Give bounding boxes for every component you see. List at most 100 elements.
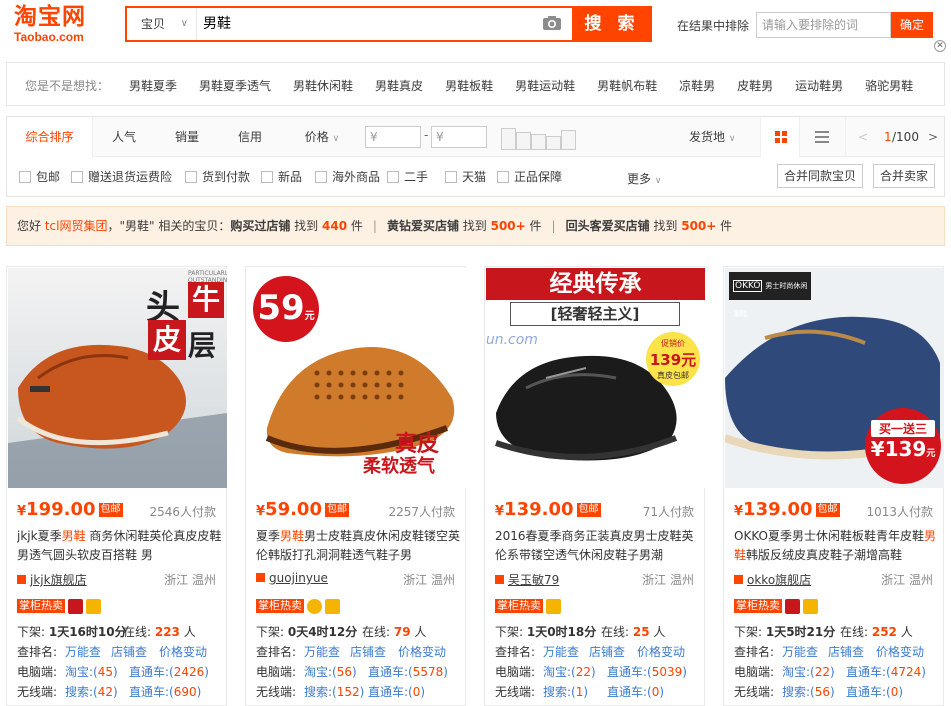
tab-sort-sales[interactable]: 销量 xyxy=(155,117,219,157)
product-card[interactable]: 经典传承 [轻奢轻主义] 促销价 139元 真皮包邮 zhanshun.com … xyxy=(484,266,705,706)
suggestion-item[interactable]: 男鞋帆布鞋 xyxy=(597,79,657,93)
counter-hot-badge[interactable]: 掌柜热卖 xyxy=(256,599,304,613)
checkbox-box[interactable] xyxy=(497,171,509,183)
counter-hot-badge[interactable]: 掌柜热卖 xyxy=(734,599,782,613)
tab-sort-price[interactable]: 价格 ∨ xyxy=(287,117,357,157)
filter-checkbox[interactable]: 天猫 xyxy=(445,170,486,184)
camera-icon[interactable] xyxy=(542,15,562,31)
row-label: 无线端: xyxy=(495,685,536,699)
tab-sort-credit[interactable]: 信用 xyxy=(219,117,281,157)
counter-hot-badge[interactable]: 掌柜热卖 xyxy=(495,599,543,613)
more-filters-button[interactable]: 更多 ∨ xyxy=(627,170,661,187)
suggestion-item[interactable]: 骆驼男鞋 xyxy=(865,79,913,93)
counter-hot-badge[interactable]: 掌柜热卖 xyxy=(17,599,65,613)
product-card[interactable]: OKKO 男士时尚休闲潮鞋 买一送三 ¥139元 ¥139.00 包邮 1013人… xyxy=(723,266,944,706)
tab-sort-popularity[interactable]: 人气 xyxy=(93,117,155,157)
product-title-link[interactable]: 夏季男鞋男士皮鞋真皮休闲皮鞋镂空英伦韩版打孔洞洞鞋透气鞋子男 xyxy=(256,527,461,567)
pager: < 1 /100 > xyxy=(845,117,944,157)
suggestion-item[interactable]: 男鞋夏季透气 xyxy=(199,79,271,93)
filter-checkbox[interactable]: 包邮 xyxy=(19,170,60,184)
checkbox-box[interactable] xyxy=(185,171,197,183)
promo-s1-label[interactable]: 购买过店铺 xyxy=(230,219,290,233)
checkbox-box[interactable] xyxy=(261,171,273,183)
search-button[interactable]: 搜 索 xyxy=(572,6,652,42)
price-histogram[interactable] xyxy=(501,126,577,150)
taobao-logo[interactable]: 淘宝网 Taobao.com xyxy=(14,4,114,46)
checkbox-box[interactable] xyxy=(19,171,31,183)
shop-link[interactable]: okko旗舰店 xyxy=(734,571,811,588)
tool-link[interactable]: 万能查 xyxy=(782,643,818,660)
price-from-input[interactable]: ¥ xyxy=(365,126,421,148)
tool-link[interactable]: 价格变动 xyxy=(159,643,207,660)
tmall-icon[interactable] xyxy=(785,599,800,614)
promo-s3-label[interactable]: 回头客爱买店铺 xyxy=(566,219,650,233)
tool-link[interactable]: 万能查 xyxy=(304,643,340,660)
guarantee-icon[interactable] xyxy=(546,599,561,614)
row-label: 电脑端: xyxy=(734,665,775,679)
product-title-link[interactable]: 2016春夏季商务正装真皮男士皮鞋英伦系带镂空透气休闲皮鞋子男潮 xyxy=(495,527,700,567)
offshelf-time: 1天5时21分 xyxy=(765,625,836,639)
tool-link[interactable]: 店铺查 xyxy=(828,643,864,660)
product-card[interactable]: 59元 真皮 柔软透气 ¥59.00 包邮 2257人付款 夏季男鞋男士皮鞋真皮休… xyxy=(245,266,466,706)
filter-checkbox[interactable]: 赠送退货运费险 xyxy=(71,170,172,184)
merge-same-items-button[interactable]: 合并同款宝贝 xyxy=(777,164,864,188)
filter-checkbox[interactable]: 海外商品 xyxy=(315,170,380,184)
price-to-input[interactable]: ¥ xyxy=(431,126,487,148)
tool-link[interactable]: 价格变动 xyxy=(637,643,685,660)
filter-checkbox[interactable]: 新品 xyxy=(261,170,302,184)
promo-user-link[interactable]: tcl网贸集团 xyxy=(45,219,108,233)
product-image[interactable]: PARTICULARLY OUTSTANDING 头 牛 皮 层 xyxy=(8,268,227,488)
suggestion-item[interactable]: 凉鞋男 xyxy=(679,79,715,93)
grid-view-icon[interactable] xyxy=(760,117,800,157)
suggestion-item[interactable]: 男鞋休闲鞋 xyxy=(293,79,353,93)
tool-link[interactable]: 店铺查 xyxy=(350,643,386,660)
ship-from-dropdown[interactable]: 发货地 ∨ xyxy=(689,117,735,159)
filter-checkbox[interactable]: 货到付款 xyxy=(185,170,250,184)
list-view-icon[interactable] xyxy=(802,117,842,157)
guarantee-icon[interactable] xyxy=(86,599,101,614)
suggestion-item[interactable]: 皮鞋男 xyxy=(737,79,773,93)
shop-location: 浙江 温州 xyxy=(403,573,455,587)
tool-link[interactable]: 店铺查 xyxy=(111,643,147,660)
filter-checkbox[interactable]: 正品保障 xyxy=(497,170,562,184)
exclude-confirm-button[interactable]: 确定 xyxy=(891,12,933,38)
tmall-icon[interactable] xyxy=(68,599,83,614)
suggestion-item[interactable]: 男鞋板鞋 xyxy=(445,79,493,93)
crown-icon[interactable] xyxy=(307,599,322,614)
product-image[interactable]: OKKO 男士时尚休闲潮鞋 买一送三 ¥139元 xyxy=(725,268,944,488)
shop-link[interactable]: jkjk旗舰店 xyxy=(17,571,87,588)
suggestion-item[interactable]: 男鞋真皮 xyxy=(375,79,423,93)
merge-sellers-button[interactable]: 合并卖家 xyxy=(873,164,936,188)
guarantee-icon[interactable] xyxy=(325,599,340,614)
title-keyword: 男鞋 xyxy=(280,529,305,543)
close-icon[interactable]: ✕ xyxy=(934,40,946,52)
product-title-link[interactable]: jkjk夏季男鞋 商务休闲鞋英伦真皮皮鞋男透气圆头软皮百搭鞋 男 xyxy=(17,527,222,567)
product-image[interactable]: 经典传承 [轻奢轻主义] 促销价 139元 真皮包邮 zhanshun.com xyxy=(486,268,705,488)
tab-sort-default[interactable]: 综合排序 xyxy=(7,117,93,157)
tool-link[interactable]: 价格变动 xyxy=(398,643,446,660)
product-title-link[interactable]: OKKO夏季男士休闲鞋板鞋青年皮鞋男鞋韩版反绒皮真皮鞋子潮增高鞋 xyxy=(734,527,939,567)
search-input[interactable]: 男鞋 xyxy=(203,8,533,40)
tool-link[interactable]: 万能查 xyxy=(65,643,101,660)
product-image[interactable]: 59元 真皮 柔软透气 xyxy=(247,268,466,488)
guarantee-icon[interactable] xyxy=(803,599,818,614)
checkbox-box[interactable] xyxy=(445,171,457,183)
checkbox-box[interactable] xyxy=(315,171,327,183)
suggestion-item[interactable]: 男鞋夏季 xyxy=(129,79,177,93)
exclude-input[interactable]: 请输入要排除的词 xyxy=(756,12,891,38)
checkbox-box[interactable] xyxy=(387,171,399,183)
next-page-icon[interactable]: > xyxy=(928,117,938,157)
suggestion-item[interactable]: 运动鞋男 xyxy=(795,79,843,93)
filter-checkbox[interactable]: 二手 xyxy=(387,170,428,184)
tool-link[interactable]: 万能查 xyxy=(543,643,579,660)
shop-link[interactable]: 吴玉敏79 xyxy=(495,571,559,588)
checkbox-box[interactable] xyxy=(71,171,83,183)
tool-link[interactable]: 价格变动 xyxy=(876,643,924,660)
tool-link[interactable]: 店铺查 xyxy=(589,643,625,660)
product-card[interactable]: PARTICULARLY OUTSTANDING 头 牛 皮 层 ¥199.00… xyxy=(6,266,227,706)
prev-page-icon[interactable]: < xyxy=(858,117,868,157)
search-category-select[interactable]: 宝贝 ∨ xyxy=(127,8,197,40)
suggestion-item[interactable]: 男鞋运动鞋 xyxy=(515,79,575,93)
shop-link[interactable]: guojinyue xyxy=(256,571,328,585)
promo-s2-label[interactable]: 黄钻爱买店铺 xyxy=(387,219,459,233)
